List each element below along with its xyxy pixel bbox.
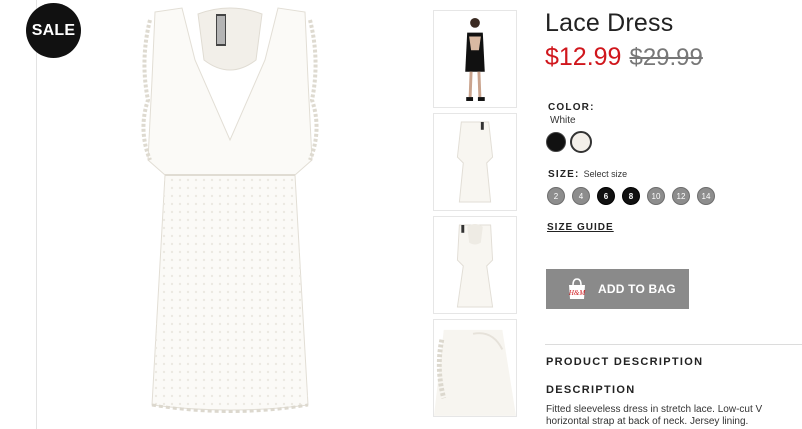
color-swatch-white[interactable]	[570, 131, 592, 153]
product-description-heading: PRODUCT DESCRIPTION	[546, 356, 704, 368]
sale-badge: SALE	[26, 3, 81, 58]
add-to-bag-button[interactable]: H&M ADD TO BAG	[546, 269, 689, 309]
size-option-2[interactable]: 2	[547, 187, 565, 205]
size-option-12[interactable]: 12	[672, 187, 690, 205]
description-subheading: DESCRIPTION	[546, 384, 636, 396]
description-line-1: Fitted sleeveless dress in stretch lace.…	[546, 404, 763, 415]
size-guide-link[interactable]: SIZE GUIDE	[547, 222, 614, 233]
description-line-2: horizontal strap at back of neck. Jersey…	[546, 416, 749, 427]
left-divider	[36, 0, 37, 429]
main-product-image[interactable]	[120, 0, 340, 429]
product-title: Lace Dress	[545, 9, 674, 37]
size-options: 2 4 6 8 10 12 14	[547, 187, 715, 205]
size-hint: Select size	[583, 169, 628, 179]
selected-color: White	[550, 115, 576, 126]
color-swatch-black[interactable]	[546, 132, 566, 152]
description-text: Fitted sleeveless dress in stretch lace.…	[546, 404, 802, 428]
size-option-4[interactable]: 4	[572, 187, 590, 205]
price-row: $12.99 $29.99	[545, 43, 703, 72]
thumbnail-3[interactable]	[433, 216, 517, 314]
shopping-bag-icon: H&M	[568, 278, 587, 299]
thumbnail-2[interactable]	[433, 113, 517, 211]
color-swatches	[546, 131, 592, 153]
svg-text:H&M: H&M	[568, 289, 587, 297]
sale-price: $12.99	[545, 43, 622, 71]
size-option-6[interactable]: 6	[597, 187, 615, 205]
thumbnail-4[interactable]	[433, 319, 517, 417]
size-label-row: SIZE: Select size	[548, 169, 627, 180]
size-option-8[interactable]: 8	[622, 187, 640, 205]
add-to-bag-label: ADD TO BAG	[598, 282, 676, 296]
size-option-10[interactable]: 10	[647, 187, 665, 205]
size-option-14[interactable]: 14	[697, 187, 715, 205]
size-label: SIZE:	[548, 169, 580, 180]
original-price: $29.99	[629, 44, 703, 71]
section-divider	[545, 344, 802, 345]
thumbnail-1[interactable]	[433, 10, 517, 108]
color-label: COLOR:	[548, 102, 595, 113]
